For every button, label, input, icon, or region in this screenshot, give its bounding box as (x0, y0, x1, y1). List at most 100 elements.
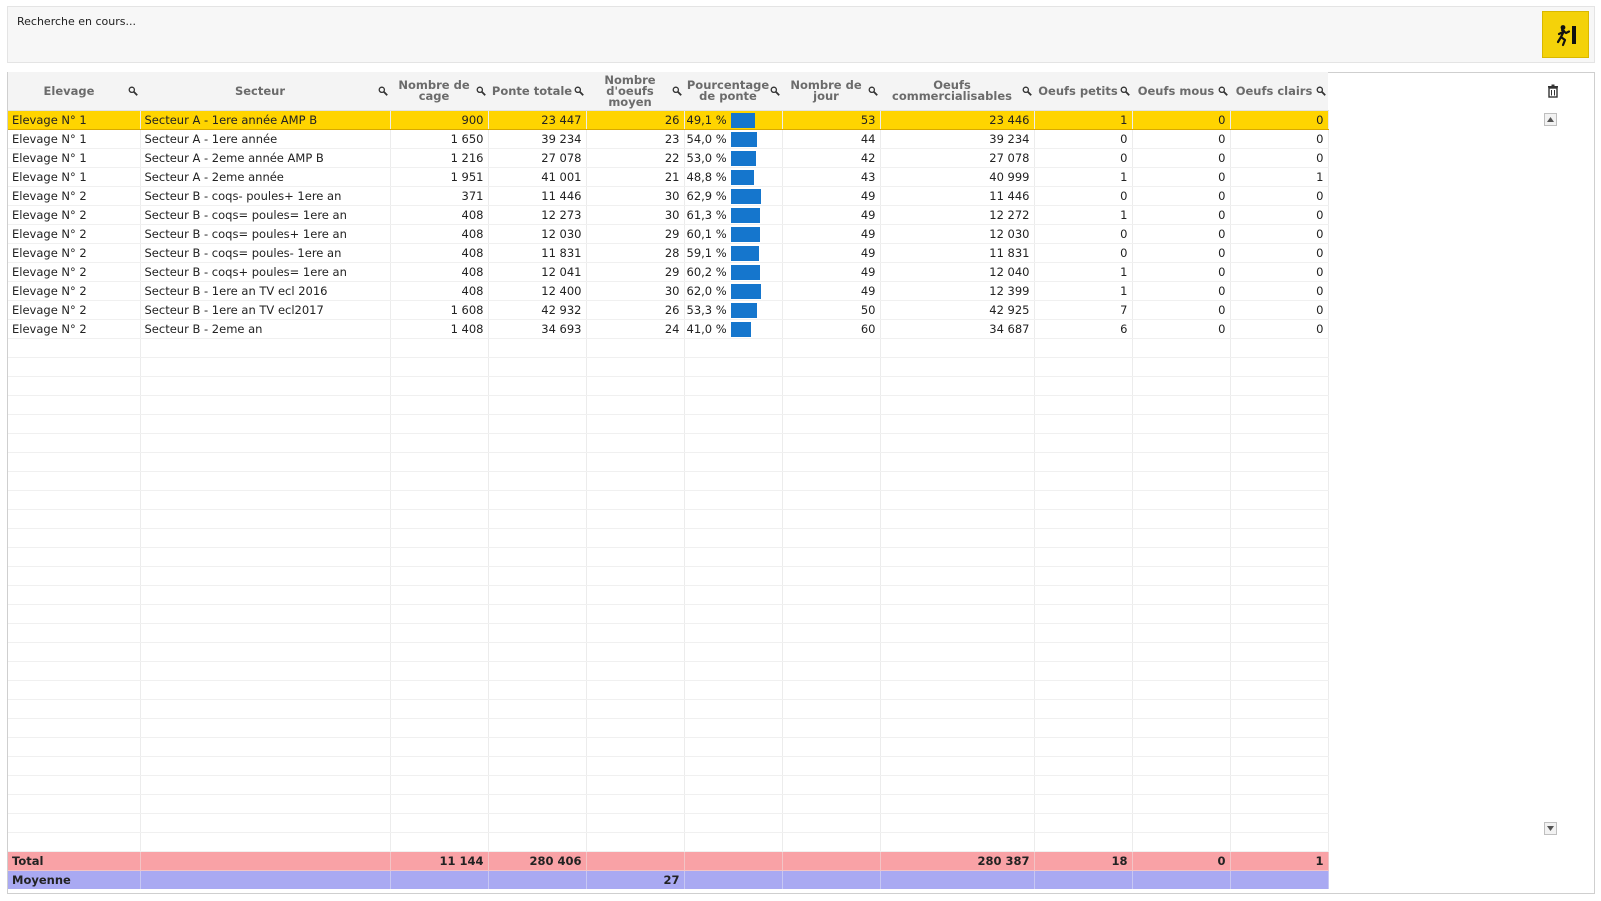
ponte-cell: 42 932 (488, 300, 587, 320)
jours-cell: 49 (782, 186, 881, 206)
cages-cell: 1 216 (390, 148, 489, 168)
cages-cell: 408 (390, 243, 489, 263)
pct-label: 41,0 % (686, 322, 727, 336)
filter-search-icon[interactable] (770, 86, 780, 96)
column-header[interactable]: Nombre de jour (782, 72, 880, 111)
filter-search-icon[interactable] (1022, 86, 1032, 96)
table-row[interactable]: Elevage N° 1 Secteur A - 1ere année AMP B… (8, 110, 1329, 130)
pct-label: 61,3 % (686, 208, 727, 222)
pct-bar (730, 132, 757, 147)
cages-cell: 1 650 (390, 129, 489, 149)
total-row: Total 11 144 280 406 280 387 18 0 1 (8, 851, 1329, 871)
filter-search-icon[interactable] (574, 86, 584, 96)
mous-cell: 0 (1132, 129, 1231, 149)
elevage-cell: Elevage N° 1 (8, 110, 141, 130)
table-row[interactable]: Elevage N° 1 Secteur A - 2eme année AMP B… (8, 148, 1329, 168)
pct-cell: 54,0 % (684, 129, 783, 149)
column-header[interactable]: Nombre d'oeufs moyen (586, 72, 684, 111)
moyen-cell: 29 (586, 262, 685, 282)
exit-running-man-icon (1556, 24, 1576, 46)
table-row[interactable]: Elevage N° 2 Secteur B - 1ere an TV ecl20… (8, 300, 1329, 320)
table-row[interactable]: Elevage N° 2 Secteur B - 1ere an TV ecl 2… (8, 281, 1329, 301)
filter-search-icon[interactable] (1218, 86, 1228, 96)
empty-row (8, 756, 1329, 776)
pct-bar (730, 265, 760, 280)
mous-cell: 0 (1132, 110, 1231, 130)
commercialisables-cell: 11 446 (880, 186, 1035, 206)
column-header[interactable]: Elevage (8, 72, 140, 111)
empty-row (8, 794, 1329, 814)
column-header[interactable]: Secteur (140, 72, 390, 111)
table-row[interactable]: Elevage N° 2 Secteur B - coqs- poules+ 1e… (8, 186, 1329, 206)
secteur-cell: Secteur A - 2eme année AMP B (140, 148, 391, 168)
petits-cell: 1 (1034, 110, 1133, 130)
table-row[interactable]: Elevage N° 2 Secteur B - coqs+ poules= 1e… (8, 262, 1329, 282)
clairs-cell: 0 (1230, 281, 1329, 301)
filter-search-icon[interactable] (476, 86, 486, 96)
secteur-cell: Secteur B - coqs= poules- 1ere an (140, 243, 391, 263)
average-moyen: 27 (586, 870, 685, 889)
secteur-cell: Secteur A - 1ere année AMP B (140, 110, 391, 130)
scroll-up-button[interactable] (1544, 113, 1557, 126)
cages-cell: 1 951 (390, 167, 489, 187)
column-header[interactable]: Oeufs petits (1034, 72, 1132, 111)
filter-search-icon[interactable] (1120, 86, 1130, 96)
column-header[interactable]: Nombre de cage (390, 72, 488, 111)
arrow-up-icon (1547, 117, 1554, 122)
secteur-cell: Secteur B - coqs- poules+ 1ere an (140, 186, 391, 206)
exit-button[interactable] (1542, 11, 1589, 58)
total-commercialisables: 280 387 (880, 851, 1035, 871)
table-row[interactable]: Elevage N° 2 Secteur B - 2eme an 1 408 34 6… (8, 319, 1329, 339)
empty-row (8, 357, 1329, 377)
pct-bar (730, 303, 757, 318)
empty-row (8, 813, 1329, 833)
filter-search-icon[interactable] (672, 86, 682, 96)
petits-cell: 7 (1034, 300, 1133, 320)
jours-cell: 49 (782, 281, 881, 301)
filter-search-icon[interactable] (128, 86, 138, 96)
empty-row (8, 699, 1329, 719)
delete-icon[interactable] (1546, 84, 1560, 98)
clairs-cell: 0 (1230, 110, 1329, 130)
pct-cell: 60,1 % (684, 224, 783, 244)
petits-cell: 1 (1034, 281, 1133, 301)
filter-search-icon[interactable] (378, 86, 388, 96)
commercialisables-cell: 27 078 (880, 148, 1035, 168)
table-row[interactable]: Elevage N° 2 Secteur B - coqs= poules+ 1e… (8, 224, 1329, 244)
pct-label: 48,8 % (686, 170, 727, 184)
secteur-cell: Secteur B - 1ere an TV ecl 2016 (140, 281, 391, 301)
table-row[interactable]: Elevage N° 1 Secteur A - 1ere année 1 650 3… (8, 129, 1329, 149)
moyen-cell: 30 (586, 186, 685, 206)
table-row[interactable]: Elevage N° 2 Secteur B - coqs= poules- 1e… (8, 243, 1329, 263)
table-row[interactable]: Elevage N° 1 Secteur A - 2eme année 1 951 4… (8, 167, 1329, 187)
empty-row (8, 604, 1329, 624)
filter-search-icon[interactable] (1316, 86, 1326, 96)
empty-row (8, 718, 1329, 738)
pct-label: 60,1 % (686, 227, 727, 241)
ponte-cell: 41 001 (488, 167, 587, 187)
column-header[interactable]: Ponte totale (488, 72, 586, 111)
total-ponte: 280 406 (488, 851, 587, 871)
column-header[interactable]: Oeufs commercialisables (880, 72, 1034, 111)
jours-cell: 49 (782, 205, 881, 225)
clairs-cell: 0 (1230, 205, 1329, 225)
cages-cell: 371 (390, 186, 489, 206)
column-header[interactable]: Pourcentage de ponte (684, 72, 782, 111)
ponte-cell: 39 234 (488, 129, 587, 149)
moyen-cell: 21 (586, 167, 685, 187)
column-header[interactable]: Oeufs mous (1132, 72, 1230, 111)
empty-row (8, 528, 1329, 548)
table-row[interactable]: Elevage N° 2 Secteur B - coqs= poules= 1e… (8, 205, 1329, 225)
mous-cell: 0 (1132, 186, 1231, 206)
pct-bar (730, 189, 761, 204)
filter-search-icon[interactable] (868, 86, 878, 96)
jours-cell: 49 (782, 224, 881, 244)
jours-cell: 43 (782, 167, 881, 187)
scroll-down-button[interactable] (1544, 822, 1557, 835)
commercialisables-cell: 23 446 (880, 110, 1035, 130)
petits-cell: 1 (1034, 167, 1133, 187)
column-header[interactable]: Oeufs clairs (1230, 72, 1328, 111)
moyen-cell: 29 (586, 224, 685, 244)
petits-cell: 0 (1034, 148, 1133, 168)
ponte-cell: 12 273 (488, 205, 587, 225)
